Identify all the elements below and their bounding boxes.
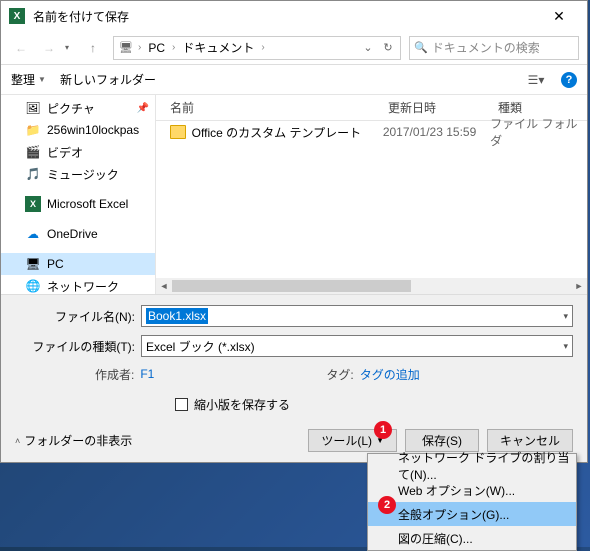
address-bar[interactable]: 🖥 › PC › ドキュメント › ⌄ ↻ (113, 36, 401, 60)
author-value[interactable]: F1 (140, 367, 154, 381)
filetype-value: Excel ブック (*.xlsx) (146, 338, 255, 355)
filename-input[interactable]: Book1.xlsx ▾ (141, 305, 573, 327)
toolbar: 整理▼ 新しいフォルダー ☰▾ ? (1, 65, 587, 95)
dropdown-icon[interactable]: ⌄ (360, 40, 376, 56)
main-area: 🖼 ピクチャ 📌 📁 256win10lockpas 🎬 ビデオ 🎵 ミュージック X Micros… (1, 95, 587, 295)
sidebar-label: ネットワーク (47, 278, 119, 295)
titlebar: X 名前を付けて保存 ✕ (1, 1, 587, 31)
search-placeholder: ドキュメントの検索 (432, 39, 540, 56)
view-options-icon[interactable]: ☰▾ (525, 69, 547, 91)
filename-label: ファイル名(N): (15, 308, 141, 325)
chevron-up-icon: ˄ (15, 436, 20, 446)
sidebar-icon: 🎬 (25, 144, 41, 160)
dialog-title: 名前を付けて保存 (33, 8, 539, 25)
filetype-select[interactable]: Excel ブック (*.xlsx) ▾ (141, 335, 573, 357)
pc-icon: 🖥 (118, 40, 134, 56)
search-input[interactable]: 🔍 ドキュメントの検索 (409, 36, 579, 60)
file-name: Office のカスタム テンプレート (192, 124, 383, 141)
sidebar-icon: 🌐 (25, 278, 41, 294)
chevron-down-icon[interactable]: ▾ (563, 311, 568, 322)
tag-value[interactable]: タグの追加 (360, 366, 420, 383)
crumb-pc[interactable]: PC (145, 41, 168, 55)
sidebar-icon: 🎵 (25, 166, 41, 182)
help-icon[interactable]: ? (561, 72, 577, 88)
sidebar-icon: 🖥 (25, 256, 41, 272)
annotation-badge-1: 1 (374, 421, 392, 439)
annotation-badge-2: 2 (378, 496, 396, 514)
folder-icon (170, 125, 186, 139)
thumbnail-checkbox[interactable] (175, 398, 188, 411)
navbar: ← → ▾ ↑ 🖥 › PC › ドキュメント › ⌄ ↻ 🔍 ドキュメントの検… (1, 31, 587, 65)
pin-icon: 📌 (137, 103, 149, 114)
up-button[interactable]: ↑ (81, 36, 105, 60)
scrollbar-horizontal[interactable]: ◄ ► (156, 278, 587, 294)
sidebar-icon: ☁ (25, 226, 41, 242)
bottom-panel: ファイル名(N): Book1.xlsx ▾ ファイルの種類(T): Excel… (1, 295, 587, 462)
sidebar-item[interactable]: 🖥 PC (1, 253, 155, 275)
organize-menu[interactable]: 整理▼ (11, 71, 46, 88)
sidebar-label: ピクチャ (47, 100, 95, 117)
tag-label: タグ: (326, 366, 353, 383)
author-label: 作成者: (95, 366, 134, 383)
sidebar-label: ビデオ (47, 144, 83, 161)
chevron-right-icon: › (172, 42, 175, 53)
sidebar-item[interactable]: 🎵 ミュージック (1, 163, 155, 185)
crumb-documents[interactable]: ドキュメント (179, 39, 257, 56)
sidebar-label: 256win10lockpas (47, 123, 139, 137)
col-type[interactable]: 種類 (498, 99, 587, 116)
sidebar-item[interactable]: X Microsoft Excel (1, 193, 155, 215)
sidebar-label: Microsoft Excel (47, 197, 128, 211)
sidebar-item[interactable]: 🎬 ビデオ (1, 141, 155, 163)
menu-item[interactable]: 図の圧縮(C)... (368, 526, 576, 550)
save-dialog: X 名前を付けて保存 ✕ ← → ▾ ↑ 🖥 › PC › ドキュメント › ⌄… (0, 0, 588, 463)
history-dropdown[interactable]: ▾ (65, 43, 75, 52)
search-icon: 🔍 (414, 41, 428, 54)
close-button[interactable]: ✕ (539, 2, 579, 30)
file-date: 2017/01/23 15:59 (383, 125, 490, 139)
sidebar-label: ミュージック (47, 166, 119, 183)
scroll-right-icon[interactable]: ► (571, 278, 587, 294)
file-list: 名前 更新日時 種類 Office のカスタム テンプレート2017/01/23… (156, 95, 587, 294)
filename-value: Book1.xlsx (146, 308, 208, 324)
chevron-right-icon: › (261, 42, 264, 53)
sidebar-item[interactable]: ☁ OneDrive (1, 223, 155, 245)
sidebar-item[interactable]: 🌐 ネットワーク (1, 275, 155, 294)
menu-item[interactable]: ネットワーク ドライブの割り当て(N)... (368, 454, 576, 478)
chevron-down-icon[interactable]: ▾ (563, 341, 568, 352)
forward-button[interactable]: → (37, 36, 61, 60)
sidebar-label: OneDrive (47, 227, 98, 241)
sidebar-icon: 📁 (25, 122, 41, 138)
scroll-left-icon[interactable]: ◄ (156, 278, 172, 294)
sidebar-icon: 🖼 (25, 100, 41, 116)
sidebar: 🖼 ピクチャ 📌 📁 256win10lockpas 🎬 ビデオ 🎵 ミュージック X Micros… (1, 95, 156, 294)
sidebar-icon: X (25, 196, 41, 212)
excel-icon: X (9, 8, 25, 24)
chevron-right-icon: › (138, 42, 141, 53)
col-date[interactable]: 更新日時 (388, 99, 498, 116)
tools-menu: ネットワーク ドライブの割り当て(N)...Web オプション(W)...全般オ… (367, 453, 577, 551)
folder-visibility-toggle[interactable]: ˄ フォルダーの非表示 (15, 432, 132, 449)
sidebar-label: PC (47, 257, 64, 271)
col-name[interactable]: 名前 (156, 99, 388, 116)
sidebar-item[interactable]: 🖼 ピクチャ 📌 (1, 97, 155, 119)
sidebar-item[interactable]: 📁 256win10lockpas (1, 119, 155, 141)
back-button[interactable]: ← (9, 36, 33, 60)
filetype-label: ファイルの種類(T): (15, 338, 141, 355)
file-row[interactable]: Office のカスタム テンプレート2017/01/23 15:59ファイル … (156, 121, 587, 143)
file-type: ファイル フォルダ (490, 115, 587, 149)
refresh-icon[interactable]: ↻ (380, 40, 396, 56)
menu-item[interactable]: 全般オプション(G)... (368, 502, 576, 526)
scroll-thumb[interactable] (172, 280, 411, 292)
new-folder-button[interactable]: 新しいフォルダー (60, 71, 156, 88)
thumbnail-label: 縮小版を保存する (194, 396, 290, 413)
